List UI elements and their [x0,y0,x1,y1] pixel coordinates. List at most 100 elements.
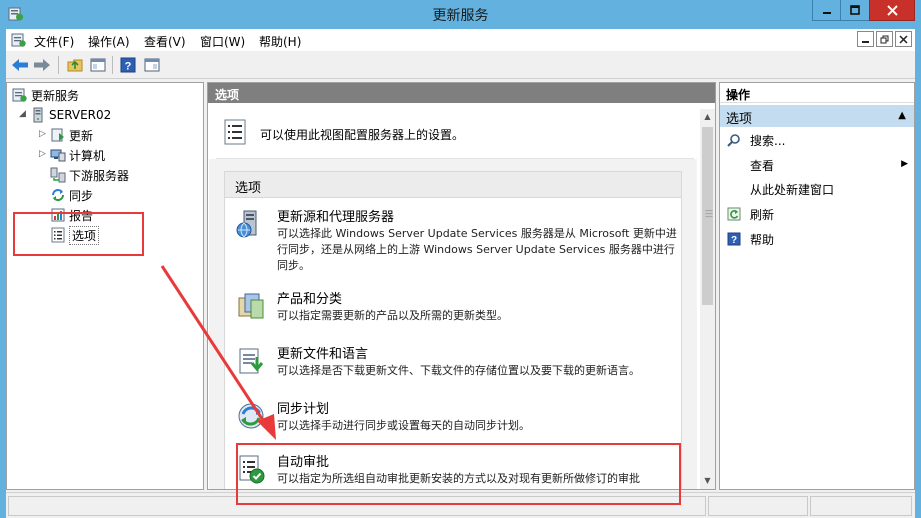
menu-action[interactable]: 操作(A) [88,33,130,50]
mdi-minimize-button[interactable] [857,31,874,47]
maximize-button[interactable] [840,0,870,21]
option-description: 可以指定为所选组自动审批更新安装的方式以及对现有更新所做修订的审批 [277,472,640,485]
tree-item-label: 下游服务器 [69,168,130,183]
action-new-window-from-here[interactable]: 从此处新建窗口 [720,179,914,199]
status-cell [708,496,808,516]
mdi-close-button[interactable] [895,31,912,47]
close-icon [899,34,908,44]
tree-item-label: 选项 [69,225,100,245]
tree-item-label: 更新 [69,128,94,143]
menu-help[interactable]: 帮助(H) [259,33,301,50]
actions-pane-header: 操作 [720,83,914,103]
option-description: 可以选择此 Windows Server Update Services 服务器… [277,227,677,272]
console-tree: 更新服务 ◢ SERVER02 ▷ 更新 ▷ 计算机 下游服务器 同步 报告 选… [6,82,204,490]
menu-window[interactable]: 窗口(W) [200,33,245,50]
toolbar-separator [58,56,59,74]
mdi-restore-button[interactable] [876,31,893,47]
up-one-level-button[interactable] [65,55,85,75]
menu-view[interactable]: 查看(V) [144,33,186,50]
action-label: 搜索... [750,133,786,148]
option-update-files-languages[interactable]: 更新文件和语言 可以选择是否下载更新文件、下载文件的存储位置以及要下载的更新语言… [225,343,681,387]
maximize-icon [850,5,860,15]
options-list-icon [51,227,65,243]
scroll-thumb[interactable]: — — — [702,127,713,305]
back-arrow-icon [12,59,28,71]
option-synchronization-schedule[interactable]: 同步计划 可以选择手动进行同步或设置每天的自动同步计划。 [225,398,681,442]
wsus-console-icon [12,88,27,102]
option-title: 同步计划 [277,402,330,417]
forward-arrow-icon [34,59,50,71]
show-hide-action-pane-button[interactable] [142,55,162,75]
submenu-arrow-icon: ▶ [901,159,908,169]
toolbar-separator [112,56,113,74]
mdi-controls [857,31,912,47]
action-label: 帮助 [750,232,775,247]
option-description: 可以选择手动进行同步或设置每天的自动同步计划。 [277,419,530,432]
results-pane-header: 选项 [208,83,715,103]
help-button[interactable]: ? [118,55,138,75]
toolbar: ? [6,51,915,79]
server-proxy-icon [236,210,257,238]
intro-banner: 可以使用此视图配置服务器上的设置。 [216,109,694,159]
status-cell [8,496,706,516]
tree-item-server[interactable]: SERVER02 [30,106,111,124]
tree-item-synchronizations[interactable]: 同步 [50,186,93,204]
reports-icon [51,208,65,222]
refresh-icon [727,207,741,221]
results-scrollbar[interactable]: ▲ — — — ▼ [700,109,715,489]
tree-item-downstream-servers[interactable]: 下游服务器 [50,166,129,184]
mmc-window: 文件(F) 操作(A) 查看(V) 窗口(W) 帮助(H) ? 更新服务 ◢ S… [6,29,915,518]
products-icon [238,293,264,319]
forward-button[interactable] [32,55,52,75]
minimize-button[interactable] [812,0,841,21]
option-automatic-approvals[interactable]: 自动审批 可以指定为所选组自动审批更新安装的方式以及对现有更新所做修订的审批 [225,451,681,489]
back-button[interactable] [10,55,30,75]
automatic-approvals-icon [239,455,265,484]
server-icon [33,107,43,123]
option-products-classifications[interactable]: 产品和分类 可以指定需要更新的产品以及所需的更新类型。 [225,288,681,332]
close-icon [886,4,898,16]
options-list-icon [224,119,246,145]
tree-item-options[interactable]: 选项 [50,225,100,245]
actions-section-header[interactable]: 选项 ▲ [720,105,914,127]
option-update-source-proxy[interactable]: 更新源和代理服务器 可以选择此 Windows Server Update Se… [225,206,681,274]
action-pane-icon [144,58,160,72]
option-title: 产品和分类 [277,292,343,307]
tree-item-updates[interactable]: 更新 [50,126,93,144]
sync-icon [52,189,64,201]
show-hide-tree-button[interactable] [88,55,108,75]
scroll-down-arrow-icon[interactable]: ▼ [700,473,715,489]
tree-item-label: 同步 [69,188,94,203]
tree-item-label: 计算机 [69,148,106,163]
grip-icon: — — — [705,206,713,221]
svg-text:?: ? [125,61,132,73]
action-help[interactable]: ? 帮助 [720,229,914,249]
expand-arrow-icon[interactable]: ▷ [38,150,47,159]
expand-arrow-icon[interactable]: ▷ [38,130,47,139]
action-label: 查看 [750,158,775,173]
restore-icon [880,35,889,43]
menu-file[interactable]: 文件(F) [34,33,74,50]
option-description: 可以选择是否下载更新文件、下载文件的存储位置以及要下载的更新语言。 [277,364,640,377]
tree-item-reports[interactable]: 报告 [50,206,93,224]
update-files-icon [239,348,264,374]
collapse-triangle-icon[interactable]: ▲ [898,110,906,121]
scroll-up-arrow-icon[interactable]: ▲ [700,109,715,125]
computers-icon [50,149,66,162]
tree-item-label: 更新服务 [31,88,80,103]
svg-text:?: ? [731,235,737,246]
status-bar [6,492,915,518]
action-refresh[interactable]: 刷新 [720,204,914,224]
minimize-icon [862,40,869,43]
close-button[interactable] [869,0,915,21]
tree-item-root[interactable]: 更新服务 [12,86,79,104]
console-doc-icon[interactable] [11,32,27,48]
tree-item-label: 报告 [69,208,94,223]
option-title: 更新源和代理服务器 [277,210,395,225]
tree-item-computers[interactable]: 计算机 [50,146,105,164]
collapse-arrow-icon[interactable]: ◢ [18,110,27,119]
action-view[interactable]: 查看 ▶ [720,155,914,175]
action-search[interactable]: 搜索... [720,130,914,150]
sync-schedule-icon [238,403,264,429]
title-bar: 更新服务 [0,0,921,29]
